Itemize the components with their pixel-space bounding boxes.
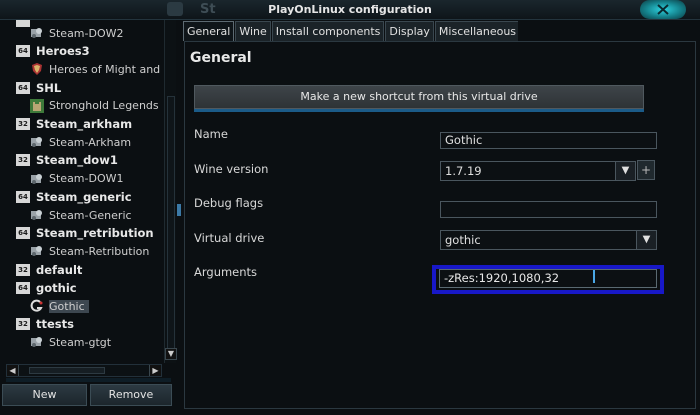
close-button[interactable] <box>640 0 686 19</box>
tree-app-steam-arkham[interactable]: Steam-Arkham <box>30 133 131 151</box>
debug-flags-field[interactable] <box>440 201 657 218</box>
horizontal-scroll-thumb[interactable] <box>29 367 105 374</box>
architecture-badge <box>16 20 30 27</box>
tree-prefix-heroes3[interactable]: 64 Heroes3 <box>16 42 90 60</box>
tree-prefix-default[interactable]: 32 default <box>16 261 82 279</box>
wine-version-label: Wine version <box>194 162 269 176</box>
tree-prefix-gothic[interactable]: 64 gothic <box>16 279 77 297</box>
prefix-label: Steam_dow1 <box>36 153 118 168</box>
make-shortcut-button[interactable]: Make a new shortcut from this virtual dr… <box>194 85 644 109</box>
tab-bar-empty-area <box>518 21 700 41</box>
tab-wine[interactable]: Wine <box>235 21 271 41</box>
tree-vertical-scrollbar[interactable]: ▼ <box>164 20 177 363</box>
steam-icon <box>31 246 42 257</box>
tree-prefix-steam-dow1[interactable]: 32 Steam_dow1 <box>16 151 118 169</box>
app-label: Steam-Retribution <box>49 244 150 258</box>
app-label: Steam-Generic <box>49 208 132 222</box>
architecture-badge: 64 <box>16 45 30 58</box>
name-field[interactable]: Gothic <box>440 132 657 149</box>
tree-app-steam-gtgt[interactable]: Steam-gtgt <box>30 333 111 351</box>
close-icon <box>657 4 669 15</box>
app-label: Gothic <box>49 299 89 313</box>
app-label: Steam-DOW1 <box>49 172 124 186</box>
remove-button[interactable]: Remove <box>90 384 172 406</box>
section-title: General <box>190 50 252 66</box>
architecture-badge: 32 <box>16 263 30 276</box>
add-wine-version-icon[interactable]: + <box>637 160 655 180</box>
tab-miscellaneous[interactable]: Miscellaneous <box>434 21 521 41</box>
shortcut-button-underline <box>194 109 644 112</box>
wine-version-select[interactable]: 1.7.19 ▼ <box>440 161 636 181</box>
tree-app-steam-retribution[interactable]: Steam-Retribution <box>30 242 149 260</box>
gothic-icon <box>30 299 43 312</box>
text-cursor-icon <box>593 270 595 283</box>
steam-icon <box>31 137 42 148</box>
tree-app-steam-dow1[interactable]: Steam-DOW1 <box>30 170 124 188</box>
window-title: PlayOnLinux configuration <box>268 3 432 16</box>
scroll-right-arrow-icon[interactable]: ▶ <box>149 365 161 376</box>
prefix-label: Steam_arkham <box>36 117 133 131</box>
tree-app-gothic[interactable]: Gothic <box>30 297 89 315</box>
tree-app-steam-dow2[interactable]: Steam-DOW2 <box>30 24 124 42</box>
arguments-label: Arguments <box>194 265 258 279</box>
tab-display[interactable]: Display <box>385 21 434 41</box>
tree-prefix-steam-generic[interactable]: 64 Steam_generic <box>16 188 132 206</box>
steam-icon <box>31 337 42 348</box>
prefix-label: Heroes3 <box>36 44 90 59</box>
app-label: Steam-Arkham <box>49 135 132 149</box>
tab-install-components[interactable]: Install components <box>271 21 385 41</box>
architecture-badge: 32 <box>16 118 30 130</box>
architecture-badge: 64 <box>16 81 30 94</box>
tab-bar: General Wine Install components Display Misc… <box>183 21 521 41</box>
tree-app-heroes-of-might-and[interactable]: Heroes of Might and <box>30 60 160 78</box>
scroll-left-arrow-icon[interactable]: ◀ <box>7 365 19 376</box>
prefix-label: Steam_retribution <box>36 226 154 241</box>
app-label: Heroes of Might and <box>49 62 161 76</box>
name-label: Name <box>194 127 228 141</box>
debug-flags-label: Debug flags <box>194 196 264 210</box>
tree-prefix-steam-retribution[interactable]: 64 Steam_retribution <box>16 224 154 242</box>
app-label: Stronghold Legends <box>49 99 159 113</box>
virtual-drive-value: gothic <box>445 233 481 247</box>
architecture-badge: 64 <box>16 281 30 294</box>
app-label: Steam-gtgt <box>49 335 112 349</box>
new-button[interactable]: New <box>2 384 87 406</box>
prefix-label: ttests <box>36 317 74 332</box>
scroll-track-accent <box>6 378 171 382</box>
wine-version-value: 1.7.19 <box>445 164 482 178</box>
prefix-label: Steam_generic <box>36 189 132 204</box>
arguments-field[interactable]: -zRes:1920,1080,32 <box>439 269 657 288</box>
panel-resize-grip[interactable] <box>177 204 181 216</box>
virtual-drive-tree[interactable]: Steam-DOW2 64 Heroes3 Heroes of Might and 64… <box>6 20 164 362</box>
prefix-label: default <box>36 262 83 277</box>
virtual-drive-select[interactable]: gothic ▼ <box>440 230 657 250</box>
shield-icon <box>32 63 42 76</box>
virtual-drive-label: Virtual drive <box>194 231 265 245</box>
vertical-scroll-thumb[interactable] <box>167 96 175 354</box>
tab-general[interactable]: General <box>183 21 235 41</box>
tree-prefix-steam-arkham[interactable]: 32 Steam_arkham <box>16 115 132 133</box>
prefix-label: gothic <box>36 280 77 295</box>
architecture-badge: 32 <box>16 318 30 331</box>
steam-icon <box>31 210 42 220</box>
scroll-down-arrow-icon[interactable]: ▼ <box>165 348 177 360</box>
chevron-down-icon[interactable]: ▼ <box>636 231 656 249</box>
title-bar: St PlayOnLinux configuration <box>0 0 700 20</box>
architecture-badge: 32 <box>16 154 30 167</box>
prefix-label: SHL <box>36 80 62 95</box>
tree-app-stronghold-legends[interactable]: Stronghold Legends <box>30 97 159 115</box>
steam-icon <box>31 173 42 184</box>
chevron-down-icon[interactable]: ▼ <box>615 162 635 180</box>
tree-prefix-shl[interactable]: 64 SHL <box>16 79 61 97</box>
tree-prefix-ttests[interactable]: 32 ttests <box>16 315 74 333</box>
architecture-badge: 64 <box>16 190 30 203</box>
castle-icon <box>30 98 44 113</box>
architecture-badge: 64 <box>16 227 30 240</box>
tree-app-steam-generic[interactable]: Steam-Generic <box>30 206 132 224</box>
app-label: Steam-DOW2 <box>49 26 124 40</box>
tree-horizontal-scrollbar[interactable]: ◀ ▶ <box>6 364 162 377</box>
steam-icon <box>31 28 42 38</box>
